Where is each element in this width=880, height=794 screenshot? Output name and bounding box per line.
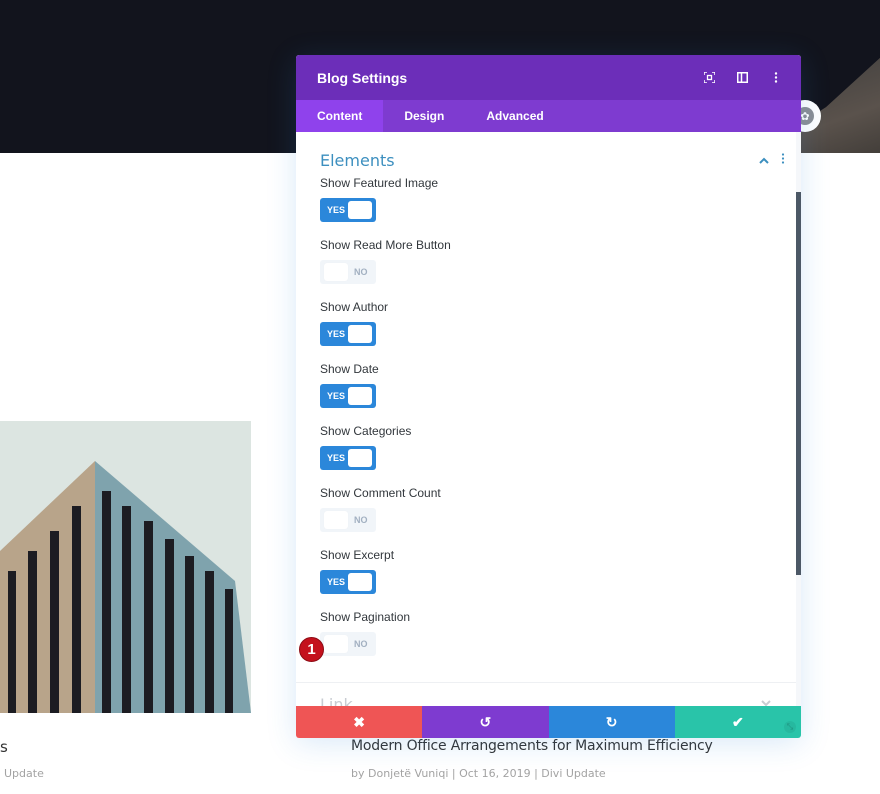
toggle-show-date[interactable]: YES xyxy=(320,384,376,408)
field-show-date: Show Date YES xyxy=(296,360,801,422)
toggle-state: YES xyxy=(327,205,346,215)
toggle-state: YES xyxy=(327,329,346,339)
field-show-categories: Show Categories YES xyxy=(296,422,801,484)
section-more-icon[interactable] xyxy=(781,153,785,167)
close-icon: ✖ xyxy=(353,713,365,730)
toggle-show-author[interactable]: YES xyxy=(320,322,376,346)
field-label: Show Categories xyxy=(320,424,412,438)
redo-button[interactable]: ↻ xyxy=(548,706,675,738)
toggle-knob xyxy=(324,511,348,529)
toggle-show-categories[interactable]: YES xyxy=(320,446,376,470)
check-icon: ✔ xyxy=(732,713,744,730)
field-show-pagination: Show Pagination NO xyxy=(296,608,801,670)
post-title[interactable]: Modern Office Arrangements for Maximum E… xyxy=(351,738,713,754)
field-show-excerpt: Show Excerpt YES xyxy=(296,546,801,608)
post-featured-image[interactable] xyxy=(0,421,251,713)
field-label: Show Read More Button xyxy=(320,238,451,252)
section-divider xyxy=(296,682,796,683)
cancel-button[interactable]: ✖ xyxy=(296,706,423,738)
field-label: Show Excerpt xyxy=(320,548,395,562)
field-show-featured-image: Show Featured Image YES xyxy=(296,174,801,236)
toggle-knob xyxy=(348,573,372,591)
split-view-icon[interactable] xyxy=(737,72,748,83)
field-label: Show Author xyxy=(320,300,389,314)
section-title: Elements xyxy=(320,150,395,170)
modal-footer: ✖ ↺ ↻ ✔ ⤡ xyxy=(296,706,801,738)
toggle-knob xyxy=(348,201,372,219)
field-label: Show Pagination xyxy=(320,610,411,624)
scrollbar[interactable] xyxy=(796,192,801,575)
toggle-state: NO xyxy=(354,639,368,649)
resize-handle-icon[interactable]: ⤡ xyxy=(784,721,796,733)
toggle-state: YES xyxy=(327,391,346,401)
toggle-state: NO xyxy=(354,515,368,525)
more-options-icon[interactable] xyxy=(770,72,781,83)
toggle-show-excerpt[interactable]: YES xyxy=(320,570,376,594)
field-label: Show Date xyxy=(320,362,379,376)
modal-title: Blog Settings xyxy=(317,69,408,86)
toggle-state: YES xyxy=(327,577,346,587)
modal-body: Elements Show Featured Image YES Show Re… xyxy=(296,132,801,738)
toggle-show-read-more-button[interactable]: NO xyxy=(320,260,376,284)
save-button[interactable]: ✔ ⤡ xyxy=(674,706,801,738)
building-illustration xyxy=(0,421,251,713)
toggle-state: YES xyxy=(327,453,346,463)
blog-settings-modal: Blog Settings Content Design Advanced El… xyxy=(296,55,801,738)
undo-button[interactable]: ↺ xyxy=(422,706,549,738)
tab-design[interactable]: Design xyxy=(383,100,465,132)
field-show-read-more-button: Show Read More Button NO xyxy=(296,236,801,298)
toggle-knob xyxy=(348,325,372,343)
toggle-show-pagination[interactable]: NO xyxy=(320,632,376,656)
chevron-up-icon[interactable] xyxy=(759,153,769,167)
toggle-knob xyxy=(324,263,348,281)
field-label: Show Comment Count xyxy=(320,486,441,500)
left-post-title[interactable]: s xyxy=(0,738,8,756)
redo-icon: ↻ xyxy=(605,713,618,730)
field-show-comment-count: Show Comment Count NO xyxy=(296,484,801,546)
modal-header[interactable]: Blog Settings xyxy=(296,55,801,100)
tab-content[interactable]: Content xyxy=(296,100,384,132)
field-label: Show Featured Image xyxy=(320,176,439,190)
undo-icon: ↺ xyxy=(479,713,492,730)
field-show-author: Show Author YES xyxy=(296,298,801,360)
post-meta: by Donjetë Vuniqi | Oct 16, 2019 | Divi … xyxy=(351,767,606,780)
toggle-show-featured-image[interactable]: YES xyxy=(320,198,376,222)
toggle-show-comment-count[interactable]: NO xyxy=(320,508,376,532)
toggle-knob xyxy=(324,635,348,653)
toggle-knob xyxy=(348,387,372,405)
elements-section-header[interactable]: Elements xyxy=(296,132,801,174)
expand-icon[interactable] xyxy=(704,72,715,83)
modal-tabs: Content Design Advanced xyxy=(296,100,801,132)
toggle-knob xyxy=(348,449,372,467)
step-marker: 1 xyxy=(299,637,324,662)
tab-advanced[interactable]: Advanced xyxy=(465,100,564,132)
toggle-state: NO xyxy=(354,267,368,277)
left-post-meta: Update xyxy=(4,767,44,780)
